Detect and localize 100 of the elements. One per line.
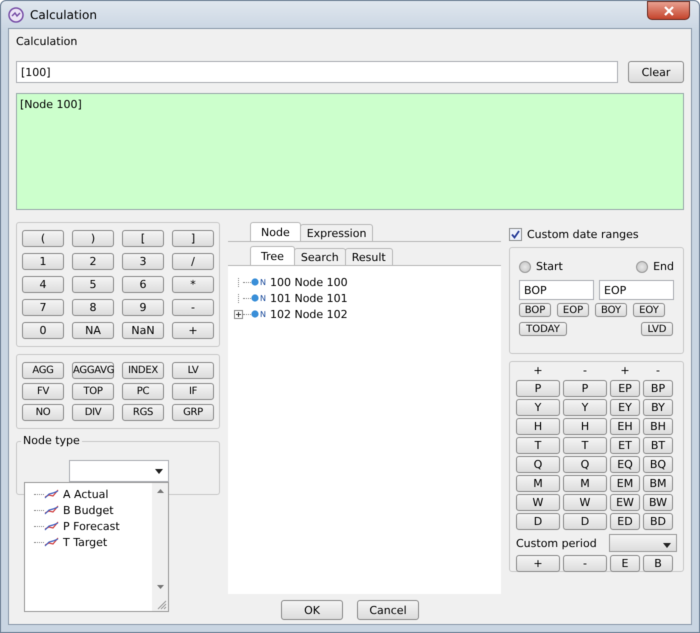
function-button[interactable]: RGS	[122, 404, 164, 421]
tab[interactable]: Node	[250, 222, 301, 241]
date-button[interactable]: EOP	[557, 303, 589, 317]
keypad-button[interactable]: 6	[122, 276, 164, 293]
period-button[interactable]: BP	[643, 380, 673, 397]
end-date-field[interactable]: EOP	[599, 280, 674, 300]
node-type-item[interactable]: A Actual	[63, 488, 108, 500]
function-button[interactable]: IF	[172, 383, 214, 400]
period-button[interactable]: D	[516, 513, 560, 530]
tree-item[interactable]: 100 Node 100	[270, 276, 348, 288]
node-type-item[interactable]: B Budget	[63, 504, 114, 516]
period-button[interactable]: B	[643, 555, 673, 572]
period-button[interactable]: T	[516, 437, 560, 454]
period-button[interactable]: ED	[610, 513, 640, 530]
keypad-button[interactable]: (	[22, 230, 64, 247]
function-button[interactable]: NO	[22, 404, 64, 421]
function-button[interactable]: LV	[172, 362, 214, 379]
resize-grip-icon[interactable]	[155, 598, 167, 610]
clear-button[interactable]: Clear	[628, 61, 684, 83]
radio-button[interactable]	[519, 260, 531, 272]
keypad-button[interactable]: 0	[22, 322, 64, 339]
keypad-button[interactable]: 8	[72, 299, 114, 316]
date-button[interactable]: TODAY	[519, 322, 567, 336]
period-button[interactable]: BD	[643, 513, 673, 530]
period-button[interactable]: BM	[643, 475, 673, 492]
function-button[interactable]: TOP	[72, 383, 114, 400]
calculation-field[interactable]: [100]	[16, 61, 618, 83]
function-button[interactable]: PC	[122, 383, 164, 400]
node-type-item[interactable]: T Target	[63, 536, 108, 548]
dialog-button[interactable]: OK	[281, 600, 343, 620]
period-button[interactable]: P	[516, 380, 560, 397]
keypad-button[interactable]: )	[72, 230, 114, 247]
dialog-button[interactable]: Cancel	[357, 600, 419, 620]
node-type-item[interactable]: P Forecast	[63, 520, 120, 532]
period-button[interactable]: EM	[610, 475, 640, 492]
tab[interactable]: Expression	[300, 224, 374, 241]
function-button[interactable]: GRP	[172, 404, 214, 421]
keypad-button[interactable]: [	[122, 230, 164, 247]
period-button[interactable]: +	[516, 555, 560, 572]
checkbox[interactable]	[509, 228, 522, 240]
function-button[interactable]: AGGAVG	[72, 362, 114, 379]
period-button[interactable]: W	[563, 494, 607, 511]
date-button[interactable]: LVD	[641, 322, 673, 336]
period-button[interactable]: BH	[643, 418, 673, 435]
scroll-down-icon[interactable]	[156, 585, 164, 589]
period-button[interactable]: BQ	[643, 456, 673, 473]
period-button[interactable]: EY	[610, 399, 640, 416]
radio-button[interactable]	[636, 260, 648, 272]
period-button[interactable]: EQ	[610, 456, 640, 473]
expand-icon[interactable]	[234, 310, 243, 318]
function-button[interactable]: AGG	[22, 362, 64, 379]
keypad-button[interactable]: 4	[22, 276, 64, 293]
period-button[interactable]: P	[563, 380, 607, 397]
period-button[interactable]: Q	[563, 456, 607, 473]
close-button[interactable]	[647, 1, 690, 20]
keypad-button[interactable]: 7	[22, 299, 64, 316]
period-button[interactable]: D	[563, 513, 607, 530]
period-button[interactable]: BW	[643, 494, 673, 511]
keypad-button[interactable]: 2	[72, 253, 114, 270]
keypad-button[interactable]: 3	[122, 253, 164, 270]
keypad-button[interactable]: /	[172, 253, 214, 270]
date-button[interactable]: EOY	[633, 303, 665, 317]
period-button[interactable]: H	[516, 418, 560, 435]
keypad-button[interactable]: ]	[172, 230, 214, 247]
period-button[interactable]: T	[563, 437, 607, 454]
scroll-up-icon[interactable]	[156, 489, 164, 493]
date-button[interactable]: BOP	[519, 303, 551, 317]
function-button[interactable]: INDEX	[122, 362, 164, 379]
period-button[interactable]: -	[563, 555, 607, 572]
keypad-button[interactable]: 9	[122, 299, 164, 316]
period-button[interactable]: H	[563, 418, 607, 435]
period-button[interactable]: Q	[516, 456, 560, 473]
period-button[interactable]: EH	[610, 418, 640, 435]
period-button[interactable]: BY	[643, 399, 673, 416]
period-button[interactable]: M	[563, 475, 607, 492]
tree-item[interactable]: 101 Node 101	[270, 292, 348, 304]
keypad-button[interactable]: *	[172, 276, 214, 293]
period-button[interactable]: W	[516, 494, 560, 511]
function-button[interactable]: FV	[22, 383, 64, 400]
period-button[interactable]: BT	[643, 437, 673, 454]
period-button[interactable]: EP	[610, 380, 640, 397]
function-button[interactable]: DIV	[72, 404, 114, 421]
keypad-button[interactable]: -	[172, 299, 214, 316]
start-date-field[interactable]: BOP	[519, 280, 594, 300]
tab[interactable]: Result	[344, 248, 393, 265]
tab[interactable]: Tree	[250, 246, 295, 265]
keypad-button[interactable]: 5	[72, 276, 114, 293]
period-button[interactable]: E	[610, 555, 640, 572]
period-button[interactable]: Y	[563, 399, 607, 416]
keypad-button[interactable]: +	[172, 322, 214, 339]
keypad-button[interactable]: 1	[22, 253, 64, 270]
period-button[interactable]: ET	[610, 437, 640, 454]
scrollbar[interactable]	[152, 483, 168, 611]
keypad-button[interactable]: NaN	[122, 322, 164, 339]
date-button[interactable]: BOY	[595, 303, 627, 317]
period-button[interactable]: M	[516, 475, 560, 492]
keypad-button[interactable]: NA	[72, 322, 114, 339]
period-button[interactable]: Y	[516, 399, 560, 416]
custom-period-dropdown[interactable]	[609, 534, 677, 552]
node-type-dropdown[interactable]	[69, 460, 169, 482]
